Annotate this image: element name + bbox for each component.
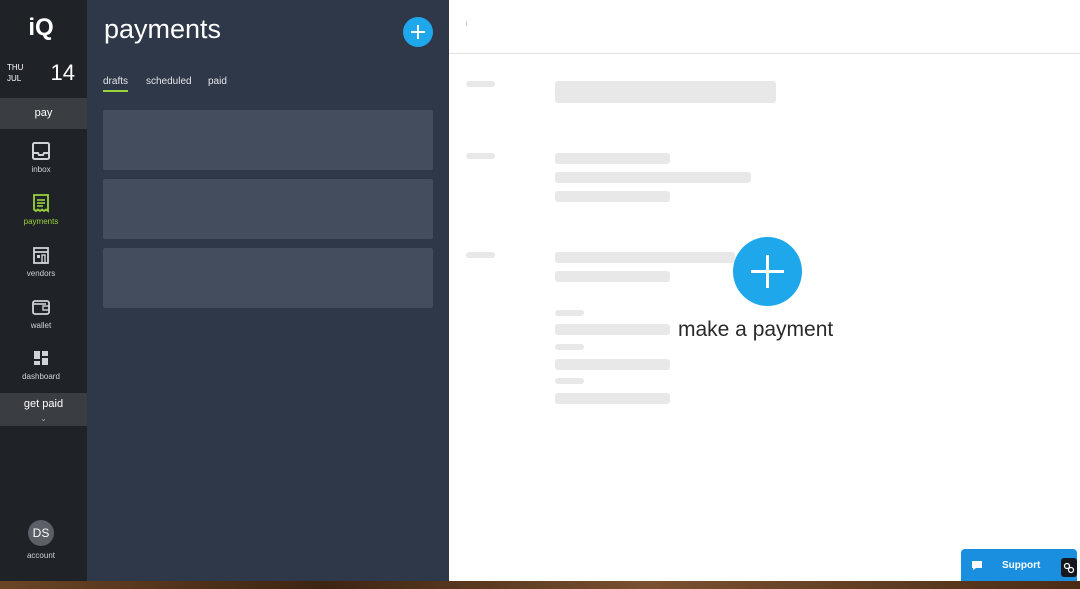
wallet-icon bbox=[32, 300, 50, 315]
skeleton-line bbox=[555, 344, 584, 350]
skeleton-line bbox=[555, 191, 670, 202]
skeleton-line bbox=[555, 271, 670, 282]
nav-item-dashboard[interactable]: dashboard bbox=[0, 348, 82, 381]
detail-pane: make a payment bbox=[449, 0, 1080, 581]
skeleton-line bbox=[555, 252, 735, 263]
list-item[interactable] bbox=[103, 179, 433, 239]
date-weekday: THU bbox=[7, 63, 24, 72]
app-logo[interactable]: iQ bbox=[0, 14, 82, 42]
account-menu[interactable]: DS account bbox=[0, 520, 82, 560]
skeleton-line bbox=[555, 324, 670, 335]
header-tick bbox=[466, 21, 467, 26]
date-day: 14 bbox=[50, 60, 75, 85]
list-item[interactable] bbox=[103, 110, 433, 170]
support-widget-button[interactable]: Support bbox=[961, 549, 1077, 581]
date-display: THU JUL 14 bbox=[7, 60, 77, 88]
skeleton-line bbox=[555, 172, 751, 183]
skeleton-block bbox=[555, 81, 776, 103]
support-label: Support bbox=[1002, 560, 1041, 571]
skeleton-line bbox=[555, 359, 670, 370]
make-payment-label[interactable]: make a payment bbox=[678, 318, 833, 342]
chevron-down-icon: ⌄ bbox=[40, 414, 47, 423]
nav-label-vendors: vendors bbox=[26, 269, 56, 278]
section-get-paid[interactable]: get paid ⌄ bbox=[0, 393, 87, 426]
tab-paid[interactable]: paid bbox=[208, 76, 227, 87]
skeleton-label bbox=[466, 81, 495, 87]
dashboard-icon bbox=[34, 351, 48, 365]
payments-list-pane: payments drafts scheduled paid bbox=[87, 0, 449, 581]
skeleton-line bbox=[555, 378, 584, 384]
receipt-icon bbox=[33, 194, 49, 213]
nav-item-payments[interactable]: payments bbox=[0, 193, 82, 226]
list-item[interactable] bbox=[103, 248, 433, 308]
logo-text: iQ bbox=[28, 14, 54, 41]
nav-label-dashboard: dashboard bbox=[22, 372, 60, 381]
plus-icon bbox=[751, 255, 784, 288]
make-payment-button[interactable] bbox=[733, 237, 802, 306]
tab-drafts[interactable]: drafts bbox=[103, 76, 129, 92]
skeleton-label bbox=[466, 252, 495, 258]
avatar: DS bbox=[28, 520, 54, 546]
account-label: account bbox=[26, 551, 56, 560]
tab-scheduled[interactable]: scheduled bbox=[146, 76, 192, 87]
plus-icon bbox=[411, 25, 425, 39]
chat-icon bbox=[972, 561, 982, 570]
date-month: JUL bbox=[7, 74, 22, 83]
left-nav-rail: iQ THU JUL 14 pay inbox payments vendors… bbox=[0, 0, 87, 581]
header-divider bbox=[449, 53, 1080, 54]
widget-extension-icon[interactable] bbox=[1061, 558, 1077, 577]
nav-item-vendors[interactable]: vendors bbox=[0, 245, 82, 278]
nav-label-wallet: wallet bbox=[30, 321, 52, 330]
section-pay-label: pay bbox=[34, 107, 53, 119]
inbox-icon bbox=[32, 142, 50, 160]
nav-item-inbox[interactable]: inbox bbox=[0, 141, 82, 174]
section-pay[interactable]: pay bbox=[0, 98, 87, 129]
skeleton-line bbox=[555, 393, 670, 404]
nav-label-payments: payments bbox=[23, 217, 59, 226]
desktop-background bbox=[0, 581, 1080, 589]
skeleton-line bbox=[555, 153, 670, 164]
nav-item-wallet[interactable]: wallet bbox=[0, 297, 82, 330]
skeleton-label bbox=[466, 153, 495, 159]
page-title: payments bbox=[104, 14, 222, 44]
nav-label-inbox: inbox bbox=[31, 165, 51, 174]
add-payment-button[interactable] bbox=[403, 17, 433, 47]
skeleton-line bbox=[555, 310, 584, 316]
storefront-icon bbox=[33, 247, 49, 264]
app-window: iQ THU JUL 14 pay inbox payments vendors… bbox=[0, 0, 1080, 581]
section-get-paid-label: get paid bbox=[23, 398, 64, 410]
